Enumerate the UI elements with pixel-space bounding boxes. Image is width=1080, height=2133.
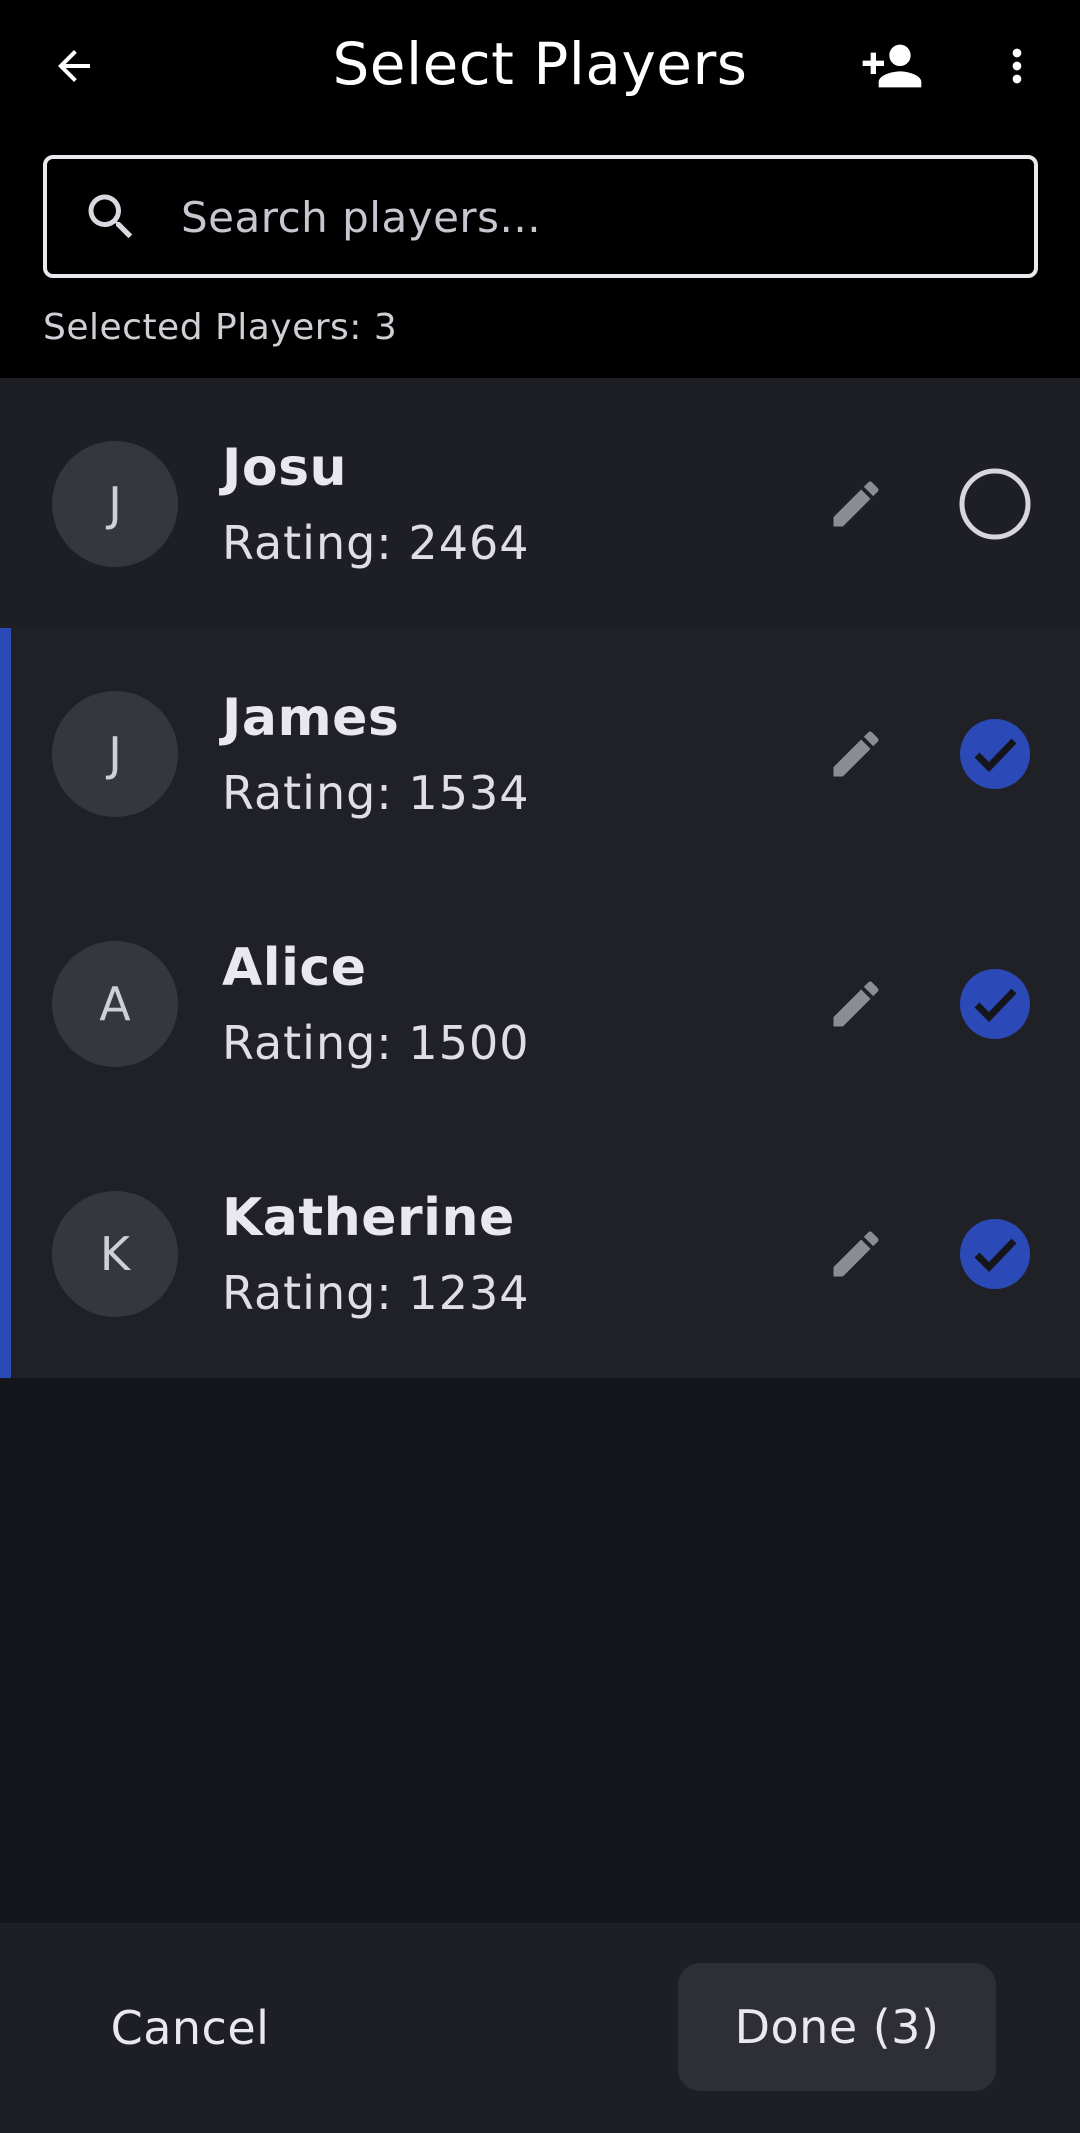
player-rating: Rating: 1534 [222,766,530,820]
add-player-button[interactable] [844,18,940,114]
player-row[interactable]: K Katherine Rating: 1234 [0,1128,1080,1378]
cancel-button[interactable]: Cancel [70,1963,310,2093]
edit-player-button[interactable] [808,956,904,1052]
player-rating: Rating: 2464 [222,516,530,570]
search-box[interactable] [43,155,1038,278]
checked-circle-icon[interactable] [958,967,1032,1041]
edit-pencil-icon [833,481,879,527]
done-button[interactable]: Done (3) [678,1963,996,2091]
player-rating: Rating: 1500 [222,1016,530,1070]
person-add-icon [862,44,922,88]
player-name: Josu [222,438,348,498]
avatar: J [52,691,178,817]
top-bar: Select Players Selected Players: 3 [0,0,1080,378]
checked-circle-icon[interactable] [958,717,1032,791]
edit-pencil-icon [833,731,879,777]
app-bar: Select Players [0,0,1080,135]
player-rating: Rating: 1234 [222,1266,530,1320]
edit-pencil-icon [833,1231,879,1277]
player-row[interactable]: J Josu Rating: 2464 [0,378,1080,628]
edit-player-button[interactable] [808,706,904,802]
edit-player-button[interactable] [808,1206,904,1302]
player-name: James [222,688,400,748]
search-icon [88,194,133,239]
checked-circle-icon[interactable] [958,1217,1032,1291]
unchecked-circle-icon[interactable] [958,467,1032,541]
player-row[interactable]: J James Rating: 1534 [0,628,1080,878]
edit-player-button[interactable] [808,456,904,552]
player-name: Katherine [222,1188,515,1248]
search-input[interactable] [181,179,1001,255]
player-name: Alice [222,938,367,998]
more-options-button[interactable] [969,18,1065,114]
avatar: A [52,941,178,1067]
avatar: J [52,441,178,567]
avatar: K [52,1191,178,1317]
player-row[interactable]: A Alice Rating: 1500 [0,878,1080,1128]
selected-count: Selected Players: 3 [43,307,398,348]
bottom-action-bar: Cancel Done (3) [0,1923,1080,2133]
more-vert-icon [1012,48,1022,84]
edit-pencil-icon [833,981,879,1027]
player-list: J Josu Rating: 2464 J James Rating: 1534… [0,378,1080,1378]
